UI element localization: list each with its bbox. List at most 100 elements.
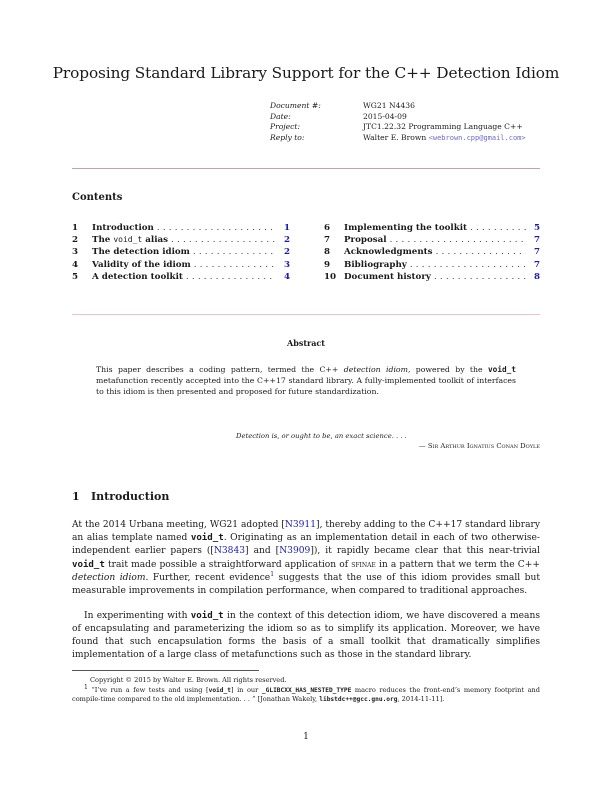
text: ] and [ xyxy=(245,546,280,557)
toc-item-validity[interactable]: 4 Validity of the idiom ................… xyxy=(72,259,290,271)
paper-title: Proposing Standard Library Support for t… xyxy=(52,64,560,82)
toc-item-void-t-alias[interactable]: 2 The void_t alias .....................… xyxy=(72,234,290,246)
toc-leader: ...................................... xyxy=(435,247,526,258)
divider-bottom xyxy=(72,314,540,315)
page-number: 1 xyxy=(303,732,309,742)
toc-page[interactable]: 1 xyxy=(276,222,290,234)
toc-label[interactable]: Proposal xyxy=(344,234,387,246)
abstract-heading: Abstract xyxy=(287,338,325,348)
meta-value: JTC1.22.32 Programming Language C++ xyxy=(363,122,523,132)
toc-num: 4 xyxy=(72,259,79,270)
meta-row-reply-to: Reply to: Walter E. Brown <webrown.cpp@g… xyxy=(270,133,526,144)
toc-page[interactable]: 3 xyxy=(276,259,290,271)
toc-label[interactable]: Implementing the toolkit xyxy=(344,222,467,234)
abstract-text-part: This paper describes a coding pattern, t… xyxy=(96,365,344,374)
citation-link-n3909[interactable]: N3909 xyxy=(279,546,310,556)
toc-leader: ...................................... xyxy=(409,259,526,270)
toc-leader: ...................................... xyxy=(389,235,526,246)
text: At the 2014 Urbana meeting, WG21 adopted… xyxy=(72,520,285,530)
toc-page[interactable]: 7 xyxy=(526,259,540,271)
toc-item-document-history[interactable]: 10 Document history ....................… xyxy=(324,271,540,283)
toc-page[interactable]: 2 xyxy=(276,234,290,246)
text: “I’ve run a few tests and using [ xyxy=(87,686,209,694)
toc-item-detection-toolkit[interactable]: 5 A detection toolkit ..................… xyxy=(72,271,290,283)
toc-label[interactable]: Introduction xyxy=(92,222,154,234)
toc-page[interactable]: 8 xyxy=(526,271,540,283)
toc-num: 3 xyxy=(72,247,79,258)
author-name: Walter E. Brown xyxy=(363,132,427,142)
abstract-text-part: metafunction recently accepted into the … xyxy=(96,376,516,396)
footnote-rule xyxy=(72,670,259,671)
toc-num: 9 xyxy=(324,259,331,270)
email-address: libstdc++@gcc.gnu.org xyxy=(319,696,398,704)
text: , 2014-11-11]. xyxy=(397,695,445,704)
toc-page[interactable]: 5 xyxy=(526,222,540,234)
toc-leader: ...................................... xyxy=(433,271,526,282)
toc-item-acknowledgments[interactable]: 8 Acknowledgments ......................… xyxy=(324,246,540,258)
toc-page[interactable]: 4 xyxy=(276,271,290,283)
toc-item-proposal[interactable]: 7 Proposal .............................… xyxy=(324,234,540,246)
epigraph-attribution: — Sir Arthur Ignatius Conan Doyle xyxy=(418,442,540,450)
toc-left-column: 1 Introduction .........................… xyxy=(72,222,290,283)
toc-leader: ...................................... xyxy=(193,259,276,270)
meta-row-date: Date: 2015-04-09 xyxy=(270,112,526,123)
meta-row-project: Project: JTC1.22.32 Programming Language… xyxy=(270,122,526,133)
toc-leader: ...................................... xyxy=(185,271,276,282)
toc-right-column: 6 Implementing the toolkit .............… xyxy=(324,222,540,283)
document-metadata: Document #: WG21 N4436 Date: 2015-04-09 … xyxy=(270,101,526,143)
toc-page[interactable]: 2 xyxy=(276,246,290,258)
intro-paragraph-1: At the 2014 Urbana meeting, WG21 adopted… xyxy=(72,519,540,599)
text: trait made possible a straightforward ap… xyxy=(104,560,352,571)
toc-leader: ...................................... xyxy=(192,247,276,258)
toc-page[interactable]: 7 xyxy=(526,234,540,246)
footnote-1: 1 “I’ve run a few tests and using [void_… xyxy=(72,684,540,705)
section-number: 1 xyxy=(72,490,80,503)
abstract-code: void_t xyxy=(488,365,516,374)
toc-label[interactable]: Validity of the idiom xyxy=(92,259,191,271)
toc-num: 7 xyxy=(324,235,331,246)
abstract-text-part: , powered by the xyxy=(407,365,488,374)
toc-label-code: void_t xyxy=(113,235,143,245)
toc-num: 5 xyxy=(72,271,79,282)
citation-link-n3843[interactable]: N3843 xyxy=(214,546,245,556)
meta-key: Document #: xyxy=(270,101,321,110)
abstract-emphasis: detection idiom xyxy=(343,365,408,374)
emphasis: detection idiom xyxy=(72,573,146,584)
abstract-text: This paper describes a coding pattern, t… xyxy=(96,364,516,397)
text: ]), it rapidly became clear that this ne… xyxy=(310,546,540,557)
contents-heading: Contents xyxy=(72,192,123,203)
text: ] in our xyxy=(230,686,262,694)
toc-page[interactable]: 7 xyxy=(526,246,540,258)
meta-key: Project: xyxy=(270,122,301,132)
text: in a pattern that we term the C++ xyxy=(375,560,540,571)
inline-code: _GLIBCXX_HAS_NESTED_TYPE xyxy=(261,687,352,694)
inline-code: void_t xyxy=(190,611,224,621)
toc-label[interactable]: Document history xyxy=(344,271,431,283)
toc-label-post: alias xyxy=(142,235,169,246)
toc-label[interactable]: The detection idiom xyxy=(92,246,190,258)
toc-num: 2 xyxy=(72,235,79,246)
toc-item-detection-idiom[interactable]: 3 The detection idiom ..................… xyxy=(72,246,290,258)
toc-num: 10 xyxy=(324,271,337,282)
section-heading-introduction: 1 Introduction xyxy=(72,490,169,503)
email-link[interactable]: <webrown.cpp@gmail.com> xyxy=(429,134,526,142)
toc-item-implementing[interactable]: 6 Implementing the toolkit .............… xyxy=(324,222,540,234)
toc-item-bibliography[interactable]: 9 Bibliography .........................… xyxy=(324,259,540,271)
toc-label[interactable]: Acknowledgments xyxy=(344,246,433,258)
meta-key: Reply to: xyxy=(270,132,305,142)
toc-num: 8 xyxy=(324,247,331,258)
text: . Further, recent evidence xyxy=(145,573,271,584)
toc-label[interactable]: A detection toolkit xyxy=(92,271,183,283)
toc-label[interactable]: The void_t alias xyxy=(92,234,168,246)
meta-value: 2015-04-09 xyxy=(363,111,407,121)
epigraph: Detection is, or ought to be, an exact s… xyxy=(220,431,540,451)
toc-leader: ...................................... xyxy=(171,235,276,246)
citation-link-n3911[interactable]: N3911 xyxy=(285,520,316,530)
section-title: Introduction xyxy=(91,490,170,503)
epigraph-quote: Detection is, or ought to be, an exact s… xyxy=(236,432,407,440)
divider-top xyxy=(72,168,540,169)
toc-label[interactable]: Bibliography xyxy=(344,259,407,271)
toc-num: 6 xyxy=(324,223,331,233)
toc-leader: ...................................... xyxy=(156,223,276,233)
toc-item-introduction[interactable]: 1 Introduction .........................… xyxy=(72,222,290,234)
